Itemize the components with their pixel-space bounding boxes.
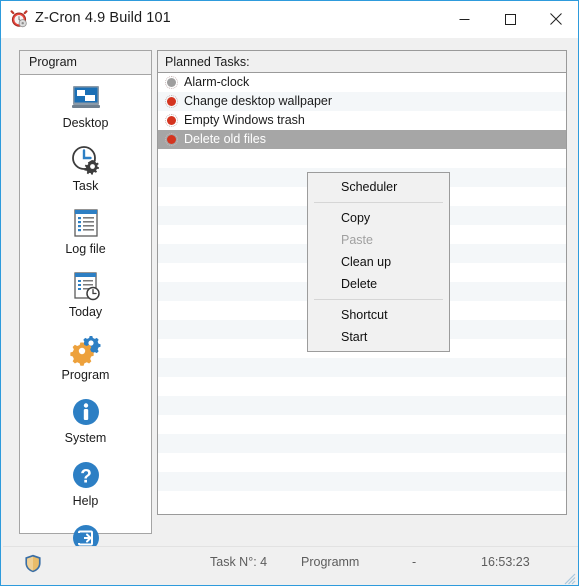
- sidebar-item-log-file[interactable]: Log file: [20, 203, 151, 266]
- status-dot-icon: [165, 76, 178, 89]
- sidebar-item-system[interactable]: System: [20, 392, 151, 455]
- menu-item-scheduler[interactable]: Scheduler: [308, 176, 449, 198]
- empty-row: [158, 149, 566, 168]
- planned-tasks-title: Planned Tasks:: [165, 55, 250, 69]
- close-icon: [550, 13, 562, 25]
- task-name: Delete old files: [184, 132, 266, 146]
- document-clock-icon: [69, 269, 103, 303]
- planned-tasks-header: Planned Tasks:: [158, 51, 566, 73]
- sidebar-item-label: Help: [72, 494, 99, 508]
- program-panel-title: Program: [29, 55, 77, 69]
- resize-grip[interactable]: [562, 571, 576, 585]
- status-dot-icon: [165, 95, 178, 108]
- alarm-clock-icon: [10, 10, 28, 28]
- maximize-icon: [504, 13, 516, 25]
- sidebar-item-today[interactable]: Today: [20, 266, 151, 329]
- status-time: 16:53:23: [481, 555, 530, 569]
- menu-item-copy[interactable]: Copy: [308, 207, 449, 229]
- sidebar-item-program[interactable]: Program: [20, 329, 151, 392]
- empty-row: [158, 396, 566, 415]
- sidebar-item-label: Task: [72, 179, 99, 193]
- context-menu[interactable]: Scheduler Copy Paste Clean up Delete Sho…: [307, 172, 450, 352]
- task-name: Alarm-clock: [184, 75, 250, 89]
- desktop-icon: [69, 80, 103, 114]
- sidebar-item-label: System: [64, 431, 107, 445]
- maximize-button[interactable]: [487, 1, 533, 37]
- status-dot-icon: [165, 133, 178, 146]
- table-row[interactable]: Change desktop wallpaper: [158, 92, 566, 111]
- status-task-count: Task N°: 4: [210, 555, 268, 569]
- empty-row: [158, 472, 566, 491]
- task-name: Change desktop wallpaper: [184, 94, 333, 108]
- program-panel: Program Desktop Task Log file Today Prog…: [19, 50, 152, 571]
- minimize-icon: [459, 18, 469, 20]
- program-panel-header: Program: [20, 51, 151, 75]
- sidebar-item-label: Today: [68, 305, 103, 319]
- clock-gear-icon: [69, 143, 103, 177]
- document-list-icon: [69, 206, 103, 240]
- empty-row: [158, 453, 566, 472]
- table-row[interactable]: Empty Windows trash: [158, 111, 566, 130]
- window-title: Z-Cron 4.9 Build 101: [35, 10, 171, 26]
- empty-row: [158, 434, 566, 453]
- sidebar-item-desktop[interactable]: Desktop: [20, 77, 151, 140]
- status-bar: Task N°: 4 Programm - 16:53:23: [3, 546, 578, 585]
- minimize-button[interactable]: [441, 1, 487, 37]
- client-area: Program Desktop Task Log file Today Prog…: [2, 38, 578, 585]
- question-icon: ?: [69, 458, 103, 492]
- table-row-selected[interactable]: Delete old files: [158, 130, 566, 149]
- app-window: Z-Cron 4.9 Build 101 Program Desktop Tas…: [0, 0, 579, 586]
- menu-item-start[interactable]: Start: [308, 326, 449, 348]
- close-button[interactable]: [533, 1, 578, 37]
- shield-icon[interactable]: [24, 554, 42, 573]
- title-bar: Z-Cron 4.9 Build 101: [1, 1, 578, 38]
- status-dot-icon: [165, 114, 178, 127]
- sidebar-item-label: Program: [61, 368, 110, 382]
- svg-text:?: ?: [80, 467, 92, 488]
- menu-separator: [314, 299, 443, 300]
- menu-item-delete[interactable]: Delete: [308, 273, 449, 295]
- empty-row: [158, 415, 566, 434]
- task-name: Empty Windows trash: [184, 113, 305, 127]
- menu-item-paste: Paste: [341, 233, 373, 247]
- status-program: Programm: [301, 555, 360, 569]
- empty-row: [158, 491, 566, 510]
- table-row[interactable]: Alarm-clock: [158, 73, 566, 92]
- empty-row: [158, 358, 566, 377]
- sidebar-item-label: Desktop: [62, 116, 109, 130]
- sidebar-item-label: Log file: [65, 242, 106, 256]
- sidebar-item-help[interactable]: ? Help: [20, 455, 151, 518]
- gears-icon: [69, 332, 103, 366]
- info-icon: [69, 395, 103, 429]
- menu-item-clean-up[interactable]: Clean up: [308, 251, 449, 273]
- empty-row: [158, 377, 566, 396]
- menu-item-shortcut[interactable]: Shortcut: [308, 304, 449, 326]
- status-separator: -: [412, 555, 417, 569]
- menu-separator: [314, 202, 443, 203]
- sidebar-item-task[interactable]: Task: [20, 140, 151, 203]
